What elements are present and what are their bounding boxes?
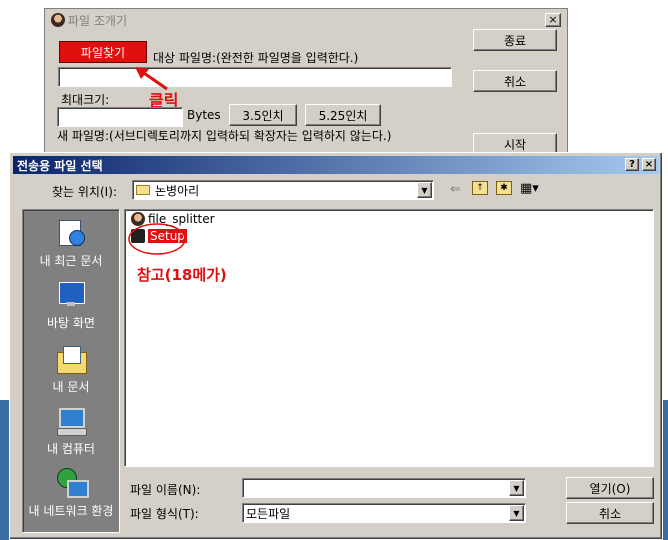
place-label: 바탕 화면: [47, 316, 95, 330]
my-computer-icon: [55, 406, 87, 436]
inch35-button[interactable]: 3.5인치: [229, 104, 297, 126]
back-arrow-icon[interactable]: ⇐: [450, 182, 461, 197]
filename-label: 파일 이름(N):: [130, 483, 201, 497]
file-splitter-window: 파일 조개기 × 파일찾기 대상 파일명:(완전한 파일명을 입력한다.) 종료…: [44, 8, 568, 158]
dialog-cancel-button[interactable]: 취소: [566, 502, 654, 524]
help-button[interactable]: ?: [625, 158, 639, 171]
filetype-select[interactable]: 모든파일 ▼: [242, 503, 526, 523]
place-label: 내 컴퓨터: [47, 442, 95, 456]
open-button[interactable]: 열기(O): [566, 477, 654, 499]
place-desktop[interactable]: 바탕 화면: [23, 280, 119, 331]
recent-documents-icon: [55, 218, 87, 248]
desktop-icon: [55, 280, 87, 310]
look-in-value: 논병아리: [155, 183, 200, 198]
place-label: 내 최근 문서: [39, 254, 103, 268]
splitter-title: 파일 조개기: [68, 13, 128, 28]
max-size-input[interactable]: [57, 107, 183, 127]
bytes-label: Bytes: [187, 108, 221, 122]
up-folder-icon[interactable]: ↑: [472, 181, 488, 195]
view-menu-icon[interactable]: ▦▾: [520, 181, 539, 196]
look-in-combo[interactable]: 논병아리 ▼: [132, 180, 434, 200]
size-note: 참고(18메가): [137, 266, 227, 284]
file-open-dialog: 전송용 파일 선택 ? × 찾는 위치(I): 논병아리 ▼ ⇐ ↑ ✱ ▦▾ …: [9, 152, 663, 540]
chevron-down-icon[interactable]: ▼: [509, 480, 524, 496]
target-file-label: 대상 파일명:(완전한 파일명을 입력한다.): [153, 51, 359, 65]
places-bar: 내 최근 문서 바탕 화면 내 문서 내 컴퓨터 내 네트워크 환경: [22, 209, 120, 533]
dialog-title: 전송용 파일 선택: [17, 158, 103, 173]
place-network[interactable]: 내 네트워크 환경: [23, 468, 119, 519]
place-label: 내 문서: [52, 380, 90, 394]
splitter-title-bar[interactable]: 파일 조개기 ×: [47, 11, 565, 29]
chevron-down-icon[interactable]: ▼: [509, 505, 524, 521]
target-file-input[interactable]: [58, 67, 452, 87]
app-icon: [51, 13, 65, 27]
chevron-down-icon[interactable]: ▼: [417, 182, 432, 198]
file-list[interactable]: file_splitter Setup 참고(18메가): [124, 209, 654, 467]
place-my-documents[interactable]: 내 문서: [23, 344, 119, 395]
new-folder-icon[interactable]: ✱: [496, 181, 512, 195]
max-size-label: 최대크기:: [61, 93, 110, 107]
file-find-button[interactable]: 파일찾기: [59, 41, 147, 63]
place-label: 내 네트워크 환경: [28, 504, 114, 518]
place-my-computer[interactable]: 내 컴퓨터: [23, 406, 119, 457]
my-documents-icon: [55, 344, 87, 374]
end-button[interactable]: 종료: [473, 29, 557, 51]
splitter-close-button[interactable]: ×: [545, 13, 561, 27]
new-filename-label: 새 파일명:(서브디렉토리까지 입력하되 확장자는 입력하지 않는다.): [57, 129, 392, 143]
filetype-value: 모든파일: [246, 506, 291, 521]
filetype-label: 파일 형식(T):: [130, 507, 199, 521]
network-icon: [55, 468, 89, 498]
filename-input[interactable]: ▼: [242, 478, 526, 498]
place-recent-documents[interactable]: 내 최근 문서: [23, 218, 119, 269]
folder-icon: [136, 185, 150, 195]
dialog-title-bar[interactable]: 전송용 파일 선택 ? ×: [13, 156, 659, 174]
cancel-button[interactable]: 취소: [473, 70, 557, 92]
red-circle-highlight: [128, 223, 186, 255]
dialog-close-button[interactable]: ×: [642, 158, 656, 171]
look-in-label: 찾는 위치(I):: [52, 185, 117, 199]
inch525-button[interactable]: 5.25인치: [305, 104, 381, 126]
